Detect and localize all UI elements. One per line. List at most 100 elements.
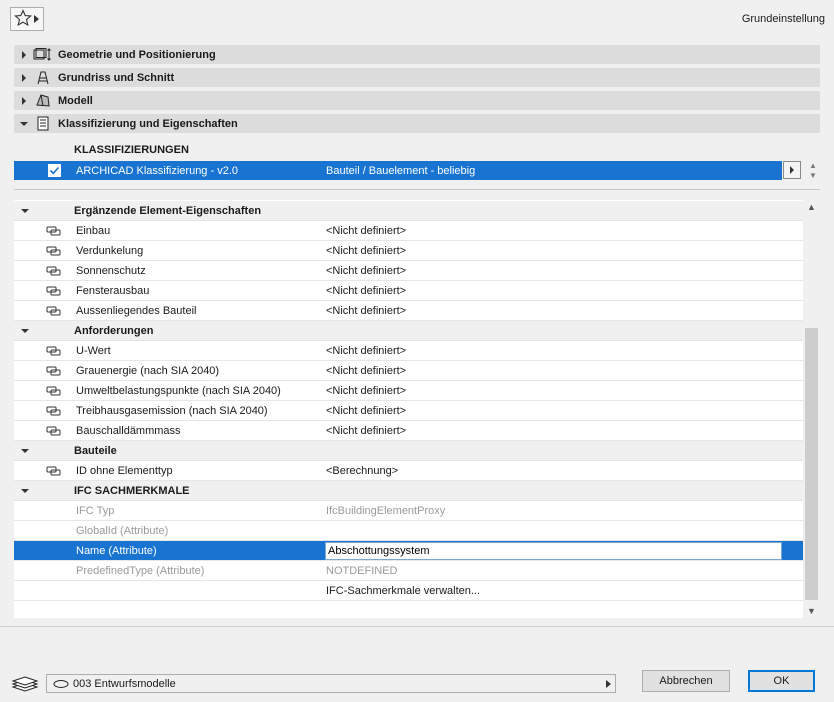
layer-dropdown[interactable]: 003 Entwurfsmodelle — [46, 674, 616, 693]
panel-label: Klassifizierung und Eigenschaften — [58, 117, 238, 130]
property-value[interactable]: <Nicht definiert> — [326, 345, 406, 357]
property-value-input[interactable]: Abschottungssystem — [325, 542, 782, 560]
collapse-arrow-icon[interactable] — [21, 449, 29, 453]
property-link-icon — [46, 246, 61, 256]
favorites-button[interactable] — [10, 7, 44, 31]
collapse-arrow-icon[interactable] — [21, 329, 29, 333]
property-value[interactable]: <Nicht definiert> — [326, 385, 406, 397]
arrow-right-icon — [790, 166, 794, 174]
group-row[interactable]: Anforderungen — [14, 321, 803, 341]
property-value: NOTDEFINED — [326, 564, 398, 577]
classification-system: ARCHICAD Klassifizierung - v2.0 — [76, 164, 238, 177]
table-row[interactable]: GlobalId (Attribute) — [14, 521, 803, 541]
star-icon — [14, 8, 32, 30]
property-value[interactable]: <Nicht definiert> — [326, 265, 406, 277]
panel-model[interactable]: Modell — [14, 91, 820, 110]
ok-button[interactable]: OK — [748, 670, 815, 692]
classification-icon — [32, 116, 54, 132]
properties-scrollbar[interactable]: ▲ ▼ — [803, 200, 820, 618]
expand-arrow-icon — [16, 50, 32, 59]
group-row[interactable]: IFC SACHMERKMALE — [14, 481, 803, 501]
panel-label: Geometrie und Positionierung — [58, 48, 216, 61]
geometry-icon — [32, 47, 54, 63]
panel-geometry[interactable]: Geometrie und Positionierung — [14, 45, 820, 64]
classification-row[interactable]: ARCHICAD Klassifizierung - v2.0 Bauteil … — [14, 161, 782, 180]
panel-label: Modell — [58, 94, 93, 107]
dropdown-arrow-icon — [606, 680, 611, 688]
property-value[interactable]: <Nicht definiert> — [326, 365, 406, 377]
property-name: Treibhausgasemission (nach SIA 2040) — [76, 404, 268, 417]
property-name: Einbau — [76, 224, 111, 237]
property-name: Umweltbelastungspunkte (nach SIA 2040) — [76, 384, 281, 397]
table-row[interactable]: IFC-Sachmerkmale verwalten... — [14, 581, 803, 601]
collapse-arrow-icon[interactable] — [21, 209, 29, 213]
classification-value: Bauteil / Bauelement - beliebig — [326, 164, 476, 177]
scroll-down-icon[interactable]: ▼ — [806, 171, 820, 181]
classification-picker-button[interactable] — [783, 161, 801, 179]
divider — [0, 626, 834, 627]
property-value: IfcBuildingElementProxy — [326, 504, 446, 517]
collapse-arrow-icon — [16, 121, 32, 126]
property-name: IFC Typ — [76, 504, 115, 517]
table-row[interactable]: Einbau <Nicht definiert> — [14, 221, 803, 241]
property-name: Grauenergie (nach SIA 2040) — [76, 364, 220, 377]
property-value[interactable]: <Nicht definiert> — [326, 425, 406, 437]
property-link-icon — [46, 366, 61, 376]
cancel-button[interactable]: Abbrechen — [642, 670, 730, 692]
table-row[interactable]: Grauenergie (nach SIA 2040) <Nicht defin… — [14, 361, 803, 381]
table-row[interactable]: PredefinedType (Attribute) NOTDEFINED — [14, 561, 803, 581]
property-link-icon — [46, 386, 61, 396]
properties-table: Ergänzende Element-Eigenschaften Einbau … — [14, 200, 820, 618]
layers-icon — [11, 676, 39, 692]
classification-checkbox[interactable] — [48, 164, 61, 177]
property-name: Fensterausbau — [76, 284, 150, 297]
caret-right-icon — [34, 15, 39, 23]
property-name: ID ohne Elementtyp — [76, 464, 173, 477]
layer-name: 003 Entwurfsmodelle — [73, 677, 176, 690]
property-link-icon — [46, 466, 61, 476]
group-row[interactable]: Bauteile — [14, 441, 803, 461]
table-row[interactable]: IFC Typ IfcBuildingElementProxy — [14, 501, 803, 521]
table-row[interactable]: Sonnenschutz <Nicht definiert> — [14, 261, 803, 281]
property-name: GlobalId (Attribute) — [76, 524, 169, 537]
collapse-arrow-icon[interactable] — [21, 489, 29, 493]
table-row[interactable]: Fensterausbau <Nicht definiert> — [14, 281, 803, 301]
property-value[interactable]: <Nicht definiert> — [326, 405, 406, 417]
property-link-icon — [46, 286, 61, 296]
table-row[interactable]: Umweltbelastungspunkte (nach SIA 2040) <… — [14, 381, 803, 401]
layer-visible-icon — [53, 679, 69, 688]
panel-floorplan-section[interactable]: Grundriss und Schnitt — [14, 68, 820, 87]
group-label: Ergänzende Element-Eigenschaften — [74, 204, 262, 217]
panel-label: Grundriss und Schnitt — [58, 71, 175, 84]
manage-ifc-properties-link[interactable]: IFC-Sachmerkmale verwalten... — [326, 585, 480, 597]
property-value[interactable]: <Nicht definiert> — [326, 245, 406, 257]
expand-arrow-icon — [16, 73, 32, 82]
property-value[interactable]: <Berechnung> — [326, 465, 398, 477]
property-name: Verdunkelung — [76, 244, 144, 257]
property-name: Aussenliegendes Bauteil — [76, 304, 197, 317]
property-value[interactable]: <Nicht definiert> — [326, 225, 406, 237]
table-row-selected[interactable]: Name (Attribute) Abschottungssystem — [14, 541, 803, 561]
scroll-up-icon[interactable]: ▲ — [806, 161, 820, 171]
group-row[interactable]: Ergänzende Element-Eigenschaften — [14, 201, 803, 221]
property-value[interactable]: <Nicht definiert> — [326, 305, 406, 317]
table-row[interactable]: U-Wert <Nicht definiert> — [14, 341, 803, 361]
property-link-icon — [46, 346, 61, 356]
table-row[interactable]: Aussenliegendes Bauteil <Nicht definiert… — [14, 301, 803, 321]
floorplan-section-icon — [32, 70, 54, 86]
panel-classification[interactable]: Klassifizierung und Eigenschaften — [14, 114, 820, 133]
property-link-icon — [46, 266, 61, 276]
classification-scrollbar[interactable]: ▲ ▼ — [806, 161, 820, 183]
divider — [14, 189, 820, 190]
scroll-up-icon[interactable]: ▲ — [803, 200, 820, 214]
property-link-icon — [46, 306, 61, 316]
table-row[interactable]: Bauschalldämmmass <Nicht definiert> — [14, 421, 803, 441]
table-row[interactable]: Verdunkelung <Nicht definiert> — [14, 241, 803, 261]
table-row[interactable]: Treibhausgasemission (nach SIA 2040) <Ni… — [14, 401, 803, 421]
classification-title: KLASSIFIZIERUNGEN — [74, 144, 189, 156]
property-name: PredefinedType (Attribute) — [76, 564, 205, 577]
scrollbar-thumb[interactable] — [805, 328, 818, 600]
scroll-down-icon[interactable]: ▼ — [803, 604, 820, 618]
property-value[interactable]: <Nicht definiert> — [326, 285, 406, 297]
table-row[interactable]: ID ohne Elementtyp <Berechnung> — [14, 461, 803, 481]
